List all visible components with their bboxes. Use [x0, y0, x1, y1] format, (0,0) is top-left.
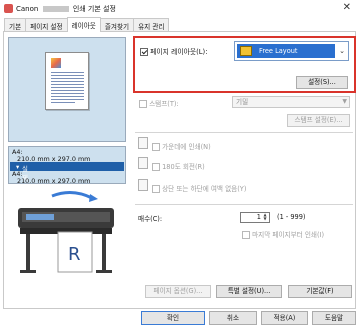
media-selected-row[interactable]: ▾ 실제 크기	[10, 162, 124, 200]
margin-checkbox[interactable]	[152, 185, 160, 193]
title-bar: Canon 인쇄 기본 설정 ✕	[0, 0, 359, 17]
model-name-redacted	[42, 6, 69, 12]
media-line-5: 210.0 mm x 297.0 mm	[17, 177, 91, 185]
margin-row[interactable]: 상단 또는 하단에 여백 없음(Y)	[152, 183, 246, 193]
tab-page-setup[interactable]: 페이지 설정	[25, 18, 68, 32]
stamp-select[interactable]: 기밀 ▼	[232, 96, 350, 108]
close-icon[interactable]: ✕	[343, 2, 351, 13]
reverse-order-label: 마지막 페이지부터 인쇄(I)	[252, 231, 325, 239]
reverse-order-checkbox[interactable]	[242, 231, 250, 239]
page-layout-dropdown[interactable]: Free Layout ⌄	[234, 41, 349, 61]
margin-icon	[138, 179, 148, 191]
page-preview	[8, 37, 126, 142]
help-button[interactable]: 도움말	[312, 311, 356, 325]
chevron-down-icon: ⌄	[339, 47, 345, 55]
center-print-icon	[138, 137, 148, 149]
layout-panel: A4: 210.0 mm x 297.0 mm ▾ 실제 크기 A4: 210.…	[3, 31, 356, 309]
separator	[135, 132, 353, 133]
center-print-label: 가운데에 인쇄(N)	[162, 143, 211, 151]
center-print-row[interactable]: 가운데에 인쇄(N)	[152, 141, 211, 151]
page-layout-group: 페이지 레이아웃(L): Free Layout ⌄ 설정(S)...	[133, 36, 356, 93]
stamp-row[interactable]: 스탬프(T):	[139, 98, 179, 108]
chevron-down-icon: ▼	[342, 98, 347, 105]
page-options-button[interactable]: 페이지 옵션(G)...	[145, 285, 211, 298]
tab-layout[interactable]: 레이아웃	[66, 17, 101, 32]
title-suffix: 인쇄 기본 설정	[72, 5, 116, 13]
spin-arrows-icon[interactable]: ▲ ▼	[262, 213, 268, 222]
stamp-value: 기밀	[236, 98, 249, 106]
media-size-list: A4: 210.0 mm x 297.0 mm ▾ 실제 크기 A4: 210.…	[8, 146, 126, 200]
special-settings-button[interactable]: 특별 설정(U)...	[216, 285, 282, 298]
tab-basic[interactable]: 기본	[4, 18, 27, 32]
margin-label: 상단 또는 하단에 여백 없음(Y)	[162, 185, 247, 193]
free-layout-icon	[240, 46, 252, 56]
copies-spinbox[interactable]: 1 ▲ ▼	[240, 212, 270, 223]
defaults-button[interactable]: 기본값(F)	[288, 285, 352, 298]
preview-image-icon	[51, 58, 61, 68]
window-title: Canon 인쇄 기본 설정	[16, 4, 116, 14]
tab-maintenance[interactable]: 유지 관리	[133, 18, 170, 32]
copies-value: 1	[256, 213, 261, 221]
page-layout-selected: Free Layout	[237, 44, 335, 58]
tab-strip: 기본 페이지 설정 레이아웃 즐겨찾기 유지 관리	[4, 17, 170, 32]
page-layout-value: Free Layout	[259, 47, 298, 55]
layout-settings-button[interactable]: 설정(S)...	[296, 76, 348, 89]
rotate-row[interactable]: 180도 회전(R)	[152, 161, 205, 171]
copies-label: 매수(C):	[138, 215, 163, 223]
ok-button[interactable]: 확인	[141, 311, 205, 325]
printer-app-icon	[4, 4, 13, 13]
page-layout-checkbox[interactable]	[140, 48, 148, 56]
printer-illustration: R	[12, 186, 124, 278]
rotate-icon	[138, 157, 148, 169]
page-layout-label: 페이지 레이아웃(L):	[150, 48, 208, 56]
paper-preview	[45, 52, 89, 110]
reverse-order-row[interactable]: 마지막 페이지부터 인쇄(I)	[242, 229, 324, 239]
stamp-settings-button[interactable]: 스탬프 설정(E)...	[287, 114, 350, 127]
copies-range: (1 - 999)	[277, 213, 306, 221]
tab-favorites[interactable]: 즐겨찾기	[99, 18, 135, 32]
center-print-checkbox[interactable]	[152, 143, 160, 151]
title-prefix: Canon	[16, 5, 39, 13]
cancel-button[interactable]: 취소	[209, 311, 257, 325]
separator	[135, 204, 353, 205]
page-layout-checkbox-row[interactable]: 페이지 레이아웃(L):	[140, 46, 207, 56]
rotate-label: 180도 회전(R)	[162, 163, 205, 171]
large-format-printer-icon: R	[18, 191, 114, 273]
rotate-checkbox[interactable]	[152, 163, 160, 171]
apply-button[interactable]: 적용(A)	[261, 311, 308, 325]
stamp-label: 스탬프(T):	[149, 100, 179, 108]
svg-text:R: R	[68, 244, 81, 265]
stamp-checkbox[interactable]	[139, 100, 147, 108]
